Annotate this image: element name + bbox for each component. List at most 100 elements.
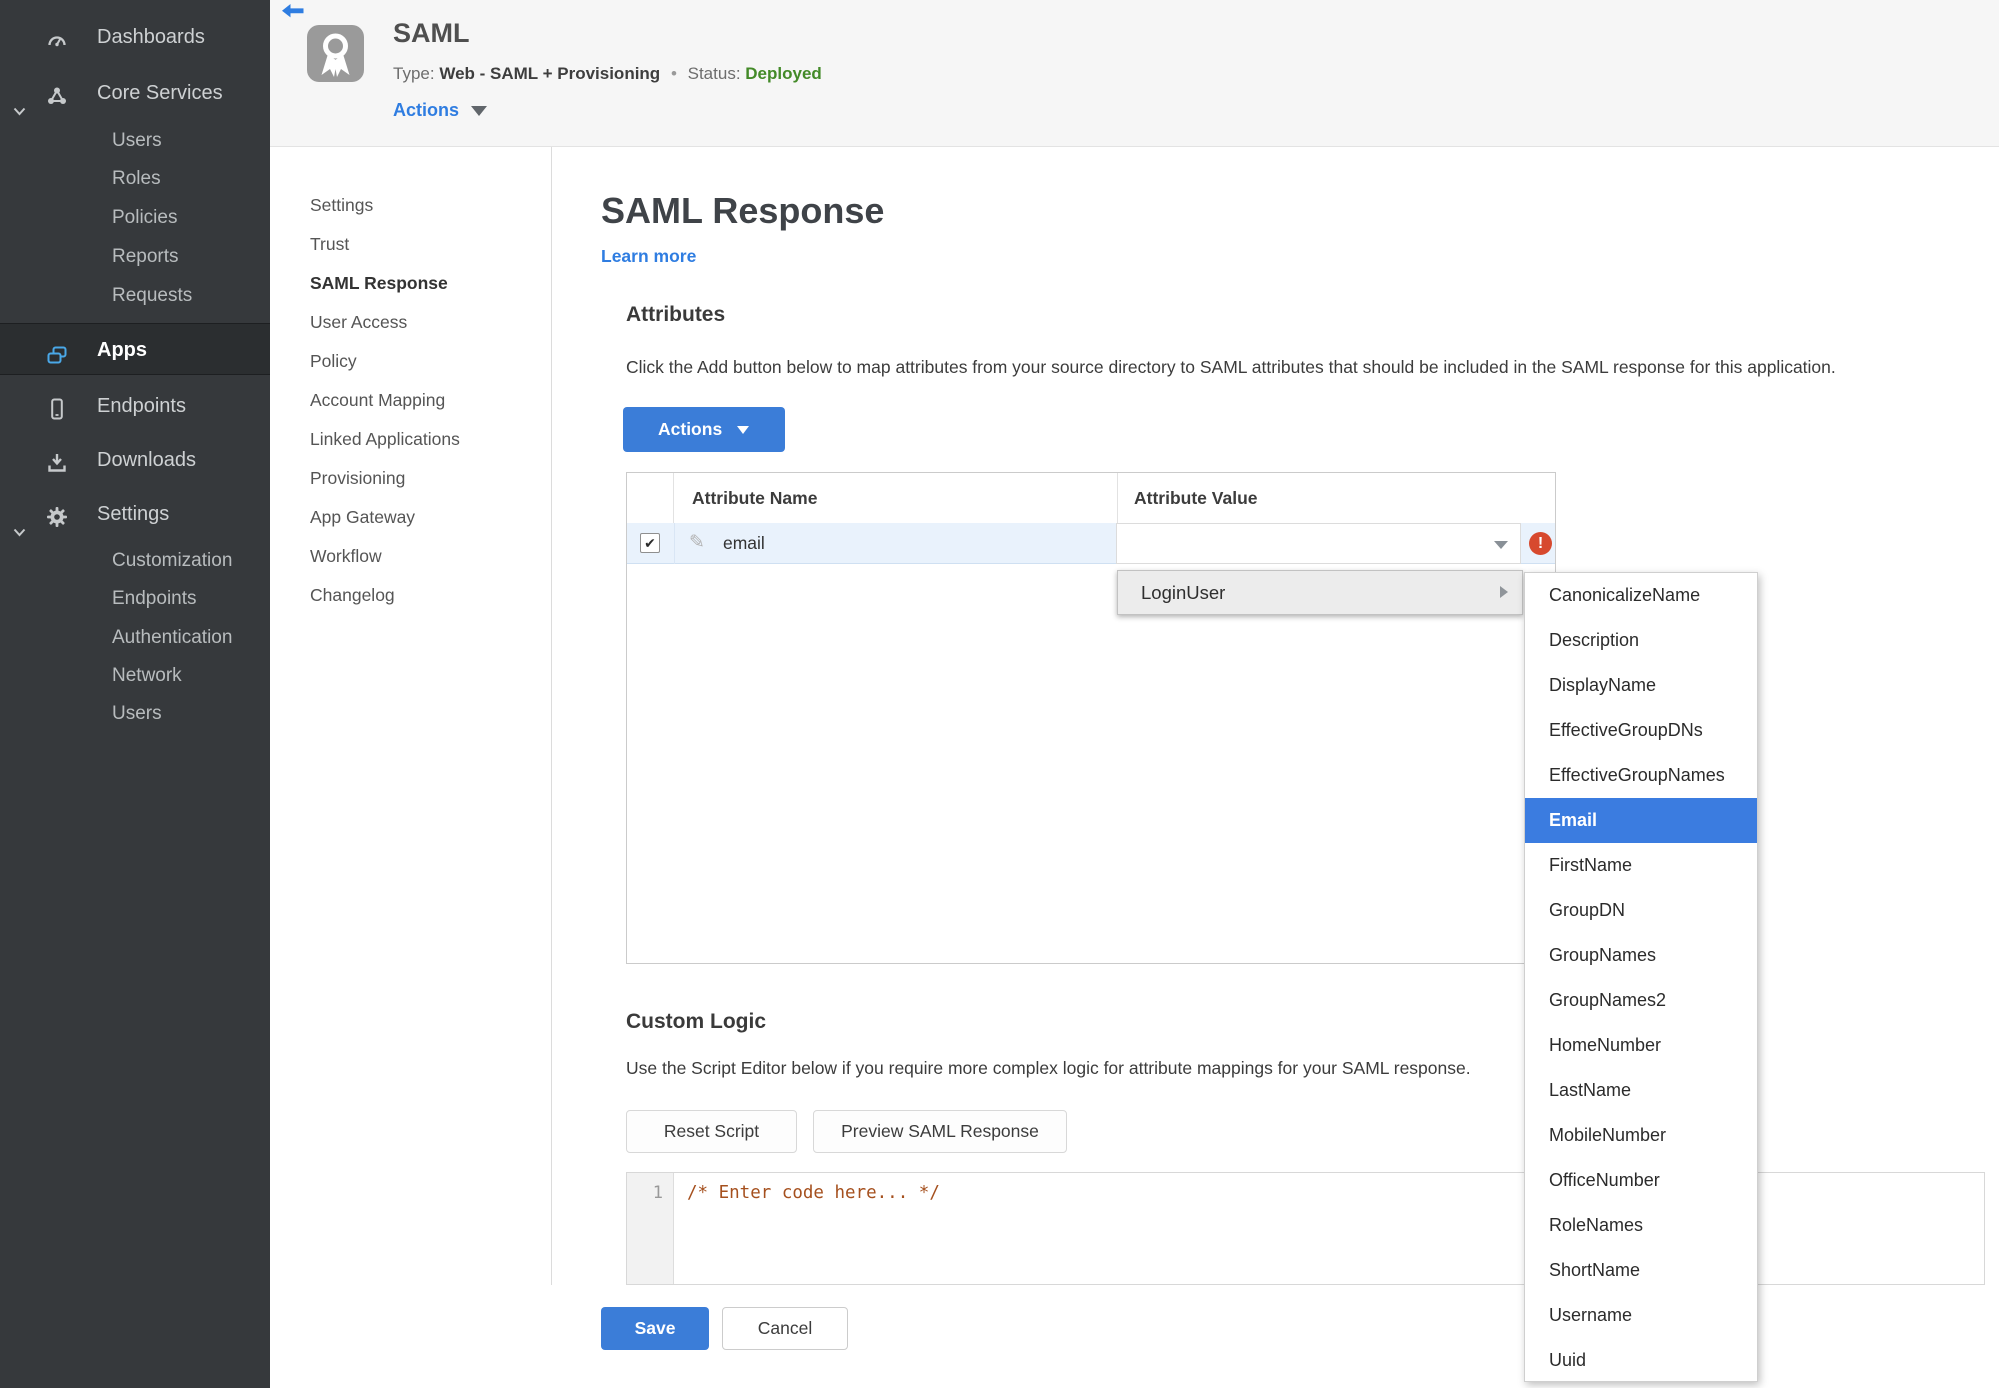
app-section-nav: Settings Trust SAML Response User Access…	[270, 147, 551, 615]
nav-item-policy[interactable]: Policy	[270, 342, 551, 381]
submenu-item-effectivegroupdns[interactable]: EffectiveGroupDNs	[1525, 708, 1757, 753]
error-icon: !	[1529, 532, 1552, 555]
submenu-item-username[interactable]: Username	[1525, 1293, 1757, 1338]
sidebar-item-network[interactable]: Network	[0, 657, 270, 695]
chevron-down-icon	[13, 89, 26, 116]
nav-item-app-gateway[interactable]: App Gateway	[270, 498, 551, 537]
attributes-actions-button[interactable]: Actions	[623, 407, 785, 452]
submenu-item-groupnames2[interactable]: GroupNames2	[1525, 978, 1757, 1023]
reset-script-button[interactable]: Reset Script	[626, 1110, 797, 1153]
type-value: Web - SAML + Provisioning	[439, 64, 661, 83]
sidebar-item-downloads[interactable]: Downloads	[0, 437, 270, 483]
type-label: Type:	[393, 64, 435, 83]
attributes-description: Click the Add button below to map attrib…	[626, 357, 1836, 377]
apps-icon	[45, 338, 69, 364]
cancel-button[interactable]: Cancel	[722, 1307, 848, 1350]
nav-item-changelog[interactable]: Changelog	[270, 576, 551, 615]
editor-gutter: 1	[627, 1173, 674, 1284]
loginuser-submenu: CanonicalizeName Description DisplayName…	[1524, 572, 1758, 1382]
sidebar-item-settings[interactable]: Settings	[0, 491, 270, 537]
admin-portal-screen: Dashboards Core Services Users Roles Pol…	[0, 0, 1999, 1388]
sidebar-item-reports[interactable]: Reports	[0, 238, 270, 276]
core-services-icon	[45, 81, 69, 105]
sidebar-item-core-services[interactable]: Core Services	[0, 70, 270, 116]
sidebar-item-users[interactable]: Users	[0, 122, 270, 160]
meta-separator: •	[670, 64, 677, 83]
submenu-item-uuid[interactable]: Uuid	[1525, 1338, 1757, 1383]
custom-logic-heading: Custom Logic	[626, 1010, 766, 1033]
nav-content-divider	[551, 147, 552, 1285]
nav-item-settings[interactable]: Settings	[270, 186, 551, 225]
table-header-row: Attribute Name Attribute Value	[627, 473, 1555, 523]
caret-down-icon	[737, 426, 750, 435]
editor-code: /* Enter code here... */	[687, 1183, 940, 1203]
submenu-item-groupnames[interactable]: GroupNames	[1525, 933, 1757, 978]
nav-item-linked-applications[interactable]: Linked Applications	[270, 420, 551, 459]
custom-logic-description: Use the Script Editor below if you requi…	[626, 1058, 1471, 1078]
submenu-item-lastname[interactable]: LastName	[1525, 1068, 1757, 1113]
row-checkbox[interactable]: ✔	[640, 533, 660, 553]
caret-down-icon	[471, 106, 488, 117]
preview-saml-response-button[interactable]: Preview SAML Response	[813, 1110, 1067, 1153]
submenu-item-effectivegroupnames[interactable]: EffectiveGroupNames	[1525, 753, 1757, 798]
app-meta: Type: Web - SAML + Provisioning • Status…	[393, 64, 822, 84]
submenu-item-canonicalizename[interactable]: CanonicalizeName	[1525, 573, 1757, 618]
attributes-table: Attribute Name Attribute Value ✔ ✎ email…	[626, 472, 1556, 964]
sidebar-item-apps[interactable]: Apps	[0, 323, 270, 375]
attribute-value-column-header: Attribute Value	[1134, 488, 1258, 508]
script-editor[interactable]: 1 /* Enter code here... */	[626, 1172, 1985, 1285]
sidebar-item-settings-users[interactable]: Users	[0, 695, 270, 733]
sidebar-item-settings-endpoints[interactable]: Endpoints	[0, 580, 270, 618]
sidebar-item-policies[interactable]: Policies	[0, 199, 270, 237]
sidebar-item-authentication[interactable]: Authentication	[0, 619, 270, 657]
header-actions-menu[interactable]: Actions	[393, 100, 488, 121]
submenu-arrow-icon	[1500, 586, 1508, 598]
submenu-item-rolenames[interactable]: RoleNames	[1525, 1203, 1757, 1248]
submenu-item-officenumber[interactable]: OfficeNumber	[1525, 1158, 1757, 1203]
nav-item-workflow[interactable]: Workflow	[270, 537, 551, 576]
dashboard-icon	[45, 25, 69, 49]
sidebar: Dashboards Core Services Users Roles Pol…	[0, 0, 270, 1388]
submenu-item-homenumber[interactable]: HomeNumber	[1525, 1023, 1757, 1068]
dropdown-menu-loginuser[interactable]: LoginUser	[1117, 570, 1523, 615]
sidebar-item-requests[interactable]: Requests	[0, 277, 270, 315]
column-divider	[674, 523, 675, 564]
submenu-item-displayname[interactable]: DisplayName	[1525, 663, 1757, 708]
nav-item-provisioning[interactable]: Provisioning	[270, 459, 551, 498]
sidebar-item-customization[interactable]: Customization	[0, 542, 270, 580]
status-label: Status:	[687, 64, 741, 83]
submenu-item-email[interactable]: Email	[1525, 798, 1757, 843]
checkbox-column-header	[627, 473, 674, 523]
nav-item-user-access[interactable]: User Access	[270, 303, 551, 342]
line-number: 1	[652, 1183, 663, 1203]
mobile-device-icon	[45, 394, 69, 420]
chevron-down-icon	[13, 510, 26, 537]
nav-item-saml-response[interactable]: SAML Response	[270, 264, 551, 303]
sidebar-item-dashboards[interactable]: Dashboards	[0, 14, 270, 60]
submenu-item-description[interactable]: Description	[1525, 618, 1757, 663]
sidebar-item-roles[interactable]: Roles	[0, 160, 270, 198]
pencil-icon: ✎	[689, 532, 705, 553]
back-arrow-icon[interactable]	[282, 4, 304, 23]
attribute-name-column-header: Attribute Name	[674, 473, 1118, 523]
gear-icon	[45, 502, 69, 527]
nav-item-account-mapping[interactable]: Account Mapping	[270, 381, 551, 420]
attribute-value-dropdown[interactable]	[1116, 523, 1521, 564]
submenu-item-mobilenumber[interactable]: MobileNumber	[1525, 1113, 1757, 1158]
submenu-item-firstname[interactable]: FirstName	[1525, 843, 1757, 888]
app-header: SAML Type: Web - SAML + Provisioning • S…	[270, 0, 1999, 147]
save-button[interactable]: Save	[601, 1307, 709, 1350]
status-badge: Deployed	[745, 64, 822, 83]
submenu-item-groupdn[interactable]: GroupDN	[1525, 888, 1757, 933]
table-row: ✔ ✎ email !	[627, 523, 1555, 564]
nav-item-trust[interactable]: Trust	[270, 225, 551, 264]
page-title: SAML Response	[601, 190, 885, 231]
learn-more-link[interactable]: Learn more	[601, 246, 696, 267]
caret-down-icon	[1494, 541, 1508, 549]
submenu-item-shortname[interactable]: ShortName	[1525, 1248, 1757, 1293]
download-icon	[45, 448, 69, 472]
app-title: SAML	[393, 18, 470, 48]
app-icon	[307, 25, 364, 82]
sidebar-item-endpoints[interactable]: Endpoints	[0, 383, 270, 429]
attribute-name-cell: email	[723, 533, 765, 553]
